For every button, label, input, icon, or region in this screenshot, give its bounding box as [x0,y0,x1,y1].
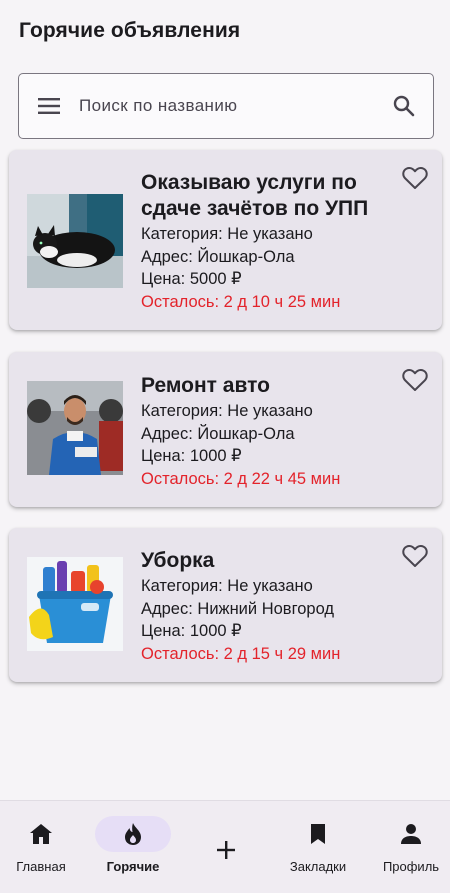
listing-image-mechanic [27,381,123,475]
plus-icon [193,832,259,868]
listing-image-cleaning [27,557,123,651]
page-title: Горячие объявления [19,19,241,42]
nav-home[interactable]: Главная [0,801,82,893]
home-icon [8,816,74,852]
listing-card[interactable]: Уборка Категория: Не указано Адрес: Нижн… [9,528,442,682]
listing-category: Категория: Не указано [141,225,313,243]
listing-title: Оказываю услуги по сдаче зачётов по УПП [141,171,369,220]
listing-price: Цена: 5000 ₽ [141,270,242,288]
nav-hot-label: Горячие [106,859,160,874]
nav-bookmarks-label: Закладки [289,859,347,874]
listing-category: Категория: Не указано [141,402,313,420]
search-bar[interactable]: Поиск по названию [18,73,434,139]
nav-home-label: Главная [16,859,66,874]
listing-address: Адрес: Нижний Новгород [141,599,335,618]
listing-address: Адрес: Йошкар-Ола [141,247,295,266]
listing-title: Ремонт авто [141,374,270,397]
listing-address: Адрес: Йошкар-Ола [141,424,295,443]
nav-add[interactable] [196,801,256,893]
favorite-heart-icon[interactable] [402,166,428,190]
nav-hot[interactable]: Горячие [90,801,176,893]
listing-image-cat [27,194,123,288]
flame-icon [95,816,171,852]
listing-time-left: Осталось: 2 д 22 ч 45 мин [141,469,341,488]
nav-profile-label: Профиль [382,859,440,874]
listing-category: Категория: Не указано [141,577,313,595]
favorite-heart-icon[interactable] [402,368,428,392]
listing-price: Цена: 1000 ₽ [141,447,242,465]
listing-card[interactable]: Ремонт авто Категория: Не указано Адрес:… [9,352,442,507]
listing-time-left: Осталось: 2 д 15 ч 29 мин [141,644,341,663]
bookmark-icon [285,816,351,852]
nav-profile[interactable]: Профиль [372,801,450,893]
menu-icon[interactable] [19,97,79,115]
search-input[interactable]: Поиск по названию [79,96,375,116]
search-icon[interactable] [375,95,433,117]
nav-bookmarks[interactable]: Закладки [276,801,360,893]
listing-card[interactable]: Оказываю услуги по сдаче зачётов по УПП … [9,150,442,330]
bottom-navigation: Главная Горячие Закладки Профиль [0,800,450,893]
favorite-heart-icon[interactable] [402,544,428,568]
listing-time-left: Осталось: 2 д 10 ч 25 мин [141,292,341,311]
person-icon [378,816,444,852]
listing-title: Уборка [141,549,215,572]
listing-price: Цена: 1000 ₽ [141,622,242,640]
